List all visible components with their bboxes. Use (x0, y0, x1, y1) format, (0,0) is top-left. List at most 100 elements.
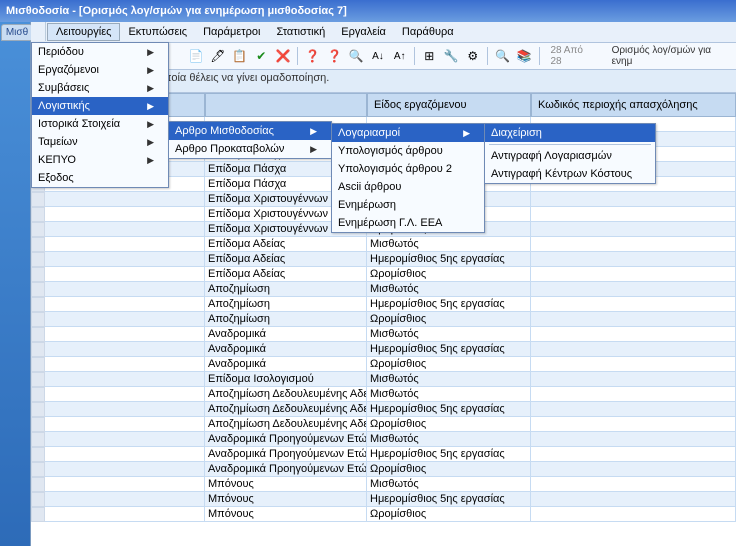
cell-area[interactable] (531, 312, 736, 327)
menu-tools[interactable]: Εργαλεία (333, 24, 394, 40)
cell-area[interactable] (531, 372, 736, 387)
cell-period[interactable] (45, 252, 205, 267)
tb-ok-icon[interactable]: ✔ (252, 46, 271, 66)
cell-c2[interactable]: Επίδομα Αδείας (205, 252, 367, 267)
menu-item[interactable]: Εξοδος (32, 169, 168, 187)
col-employee-type[interactable]: Είδος εργαζόμενου (367, 93, 531, 117)
cell-period[interactable] (45, 507, 205, 522)
cell-employee-type[interactable]: Ωρομίσθιος (367, 417, 531, 432)
tb-cancel-icon[interactable]: ❌ (274, 46, 293, 66)
cell-employee-type[interactable]: Ωρομίσθιος (367, 462, 531, 477)
tb-grid-icon[interactable]: ⊞ (420, 46, 439, 66)
menu-item[interactable]: ΚΕΠΥΟ▶ (32, 151, 168, 169)
menu-item[interactable]: Αρθρο Μισθοδοσίας▶ (169, 122, 331, 140)
cell-employee-type[interactable]: Μισθωτός (367, 387, 531, 402)
cell-employee-type[interactable]: Μισθωτός (367, 237, 531, 252)
cell-period[interactable] (45, 192, 205, 207)
tb-new-icon[interactable]: 📄 (187, 46, 206, 66)
tb-tools-icon[interactable]: 🔧 (442, 46, 461, 66)
cell-c2[interactable]: Αποζημίωση (205, 312, 367, 327)
menu-item[interactable]: Συμβάσεις▶ (32, 79, 168, 97)
menu-operations[interactable]: Λειτουργίες (47, 23, 120, 41)
menu-item[interactable]: Ενημέρωση Γ.Λ. ΕΕΑ (332, 214, 484, 232)
cell-area[interactable] (531, 207, 736, 222)
cell-employee-type[interactable]: Ημερομίσθιος 5ης εργασίας (367, 402, 531, 417)
cell-area[interactable] (531, 282, 736, 297)
cell-c2[interactable]: Αναδρομικά Προηγούμενων Ετών (205, 447, 367, 462)
cell-period[interactable] (45, 312, 205, 327)
cell-period[interactable] (45, 297, 205, 312)
cell-c2[interactable]: Επίδομα Ισολογισμού (205, 372, 367, 387)
cell-area[interactable] (531, 432, 736, 447)
system-icon[interactable] (31, 22, 46, 41)
cell-period[interactable] (45, 492, 205, 507)
cell-area[interactable] (531, 297, 736, 312)
table-row[interactable]: ΑποζημίωσηΩρομίσθιος (31, 312, 736, 327)
cell-employee-type[interactable]: Ημερομίσθιος 5ης εργασίας (367, 342, 531, 357)
cell-area[interactable] (531, 357, 736, 372)
table-row[interactable]: Αναδρομικά Προηγούμενων ΕτώνΜισθωτός (31, 432, 736, 447)
cell-employee-type[interactable]: Ωρομίσθιος (367, 357, 531, 372)
cell-period[interactable] (45, 327, 205, 342)
cell-period[interactable] (45, 462, 205, 477)
menu-item[interactable]: Λογαριασμοί▶ (332, 124, 484, 142)
cell-period[interactable] (45, 447, 205, 462)
menu-item[interactable]: Διαχείριση (485, 124, 655, 142)
cell-area[interactable] (531, 267, 736, 282)
menu-item[interactable]: Υπολογισμός άρθρου (332, 142, 484, 160)
tb-search-icon[interactable]: 🔍 (493, 46, 512, 66)
table-row[interactable]: Επίδομα ΙσολογισμούΜισθωτός (31, 372, 736, 387)
cell-c2[interactable]: Αναδρομικά (205, 357, 367, 372)
tb-edit-icon[interactable]: 🖊 (208, 46, 227, 66)
menu-statistics[interactable]: Στατιστική (268, 24, 333, 40)
cell-c2[interactable]: Αναδρομικά Προηγούμενων Ετών (205, 432, 367, 447)
cell-period[interactable] (45, 342, 205, 357)
cell-employee-type[interactable]: Μισθωτός (367, 477, 531, 492)
cell-period[interactable] (45, 267, 205, 282)
tb-books-icon[interactable]: 📚 (515, 46, 534, 66)
table-row[interactable]: ΜπόνουςΩρομίσθιος (31, 507, 736, 522)
cell-period[interactable] (45, 282, 205, 297)
cell-period[interactable] (45, 357, 205, 372)
table-row[interactable]: Επίδομα ΑδείαςΩρομίσθιος (31, 267, 736, 282)
cell-employee-type[interactable]: Μισθωτός (367, 372, 531, 387)
menu-item[interactable]: Λογιστικής▶ (32, 97, 168, 115)
col-empty[interactable] (205, 93, 367, 117)
cell-c2[interactable]: Αποζημίωση (205, 282, 367, 297)
left-tab[interactable]: Μισθ (1, 24, 33, 41)
table-row[interactable]: Αναδρομικά Προηγούμενων ΕτώνΩρομίσθιος (31, 462, 736, 477)
table-row[interactable]: Επίδομα ΑδείαςΜισθωτός (31, 237, 736, 252)
table-row[interactable]: ΑποζημίωσηΜισθωτός (31, 282, 736, 297)
menu-item[interactable]: Αντιγραφή Κέντρων Κόστους (485, 165, 655, 183)
menu-parameters[interactable]: Παράμετροι (195, 24, 268, 40)
cell-employee-type[interactable]: Μισθωτός (367, 432, 531, 447)
cell-c2[interactable]: Αναδρομικά Προηγούμενων Ετών (205, 462, 367, 477)
cell-area[interactable] (531, 417, 736, 432)
cell-area[interactable] (531, 477, 736, 492)
tb-help1-icon[interactable]: ❓ (303, 46, 322, 66)
cell-area[interactable] (531, 507, 736, 522)
table-row[interactable]: Αποζημίωση Δεδουλευμένης ΑδειαΩρομίσθιος (31, 417, 736, 432)
cell-c2[interactable]: Μπόνους (205, 477, 367, 492)
cell-employee-type[interactable]: Μισθωτός (367, 282, 531, 297)
cell-area[interactable] (531, 237, 736, 252)
cell-period[interactable] (45, 237, 205, 252)
menu-item[interactable]: Αντιγραφή Λογαριασμών (485, 147, 655, 165)
cell-c2[interactable]: Αναδρομικά (205, 342, 367, 357)
cell-employee-type[interactable]: Ημερομίσθιος 5ης εργασίας (367, 447, 531, 462)
table-row[interactable]: Επίδομα ΑδείαςΗμερομίσθιος 5ης εργασίας (31, 252, 736, 267)
table-row[interactable]: ΑναδρομικάΩρομίσθιος (31, 357, 736, 372)
cell-period[interactable] (45, 432, 205, 447)
table-row[interactable]: ΜπόνουςΗμερομίσθιος 5ης εργασίας (31, 492, 736, 507)
cell-period[interactable] (45, 387, 205, 402)
table-row[interactable]: ΑναδρομικάΗμερομίσθιος 5ης εργασίας (31, 342, 736, 357)
cell-period[interactable] (45, 372, 205, 387)
table-row[interactable]: Αποζημίωση Δεδουλευμένης ΑδειαΜισθωτός (31, 387, 736, 402)
cell-employee-type[interactable]: Ημερομίσθιος 5ης εργασίας (367, 252, 531, 267)
tb-help2-icon[interactable]: ❓ (325, 46, 344, 66)
cell-employee-type[interactable]: Ωρομίσθιος (367, 267, 531, 282)
cell-area[interactable] (531, 327, 736, 342)
table-row[interactable]: ΜπόνουςΜισθωτός (31, 477, 736, 492)
menu-item[interactable]: Ascii άρθρου (332, 178, 484, 196)
cell-period[interactable] (45, 402, 205, 417)
